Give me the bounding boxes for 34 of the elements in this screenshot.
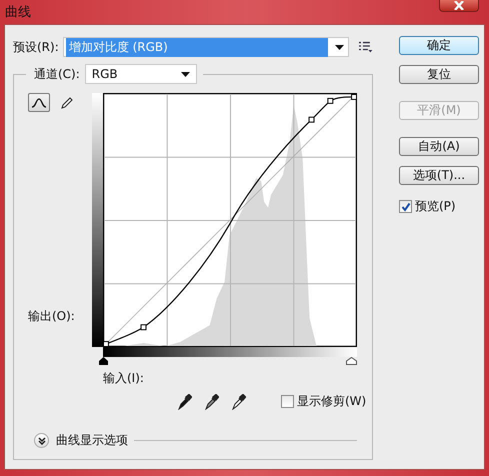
close-button[interactable]	[439, 0, 479, 12]
eyedropper-icon[interactable]	[205, 394, 219, 410]
show-clipping-checkbox[interactable]	[281, 395, 294, 408]
dialog-button[interactable]: 复位	[399, 65, 479, 84]
caret-icon	[335, 44, 344, 50]
curve-tool-button[interactable]	[28, 93, 50, 112]
control-point[interactable]	[103, 341, 109, 347]
dialog-button[interactable]: 确定	[399, 36, 479, 55]
curve-icon	[31, 96, 47, 108]
close-icon	[453, 1, 465, 10]
preview-checkbox[interactable]	[399, 200, 412, 213]
eyedropper-icon[interactable]	[232, 394, 246, 410]
channel-dropdown[interactable]: RGB	[84, 64, 197, 84]
window-title: 曲线	[5, 4, 31, 21]
control-point[interactable]	[308, 116, 314, 123]
curve-graph[interactable]	[103, 93, 357, 347]
preset-label: 预设(R):	[13, 38, 59, 56]
dialog-button[interactable]: 自动(A)	[399, 137, 479, 156]
channel-label: 通道(C):	[34, 66, 80, 82]
expand-button[interactable]	[34, 433, 49, 448]
output-label: 输出(O):	[28, 308, 76, 325]
control-point[interactable]	[351, 94, 357, 100]
curve-display-options-label: 曲线显示选项	[56, 432, 128, 449]
eyedropper-icon[interactable]	[178, 394, 192, 410]
input-label: 输入(I):	[103, 370, 145, 387]
show-clipping-label: 显示修剪(W)	[297, 393, 366, 410]
dialog-button[interactable]: 选项(T)...	[399, 166, 479, 185]
menu-icon[interactable]	[359, 41, 373, 53]
control-point[interactable]	[327, 98, 334, 104]
control-point[interactable]	[140, 324, 146, 330]
preview-label: 预览(P)	[415, 198, 456, 215]
caret-icon	[180, 72, 190, 76]
pencil-icon	[60, 96, 74, 110]
chevron-icon	[38, 436, 46, 444]
